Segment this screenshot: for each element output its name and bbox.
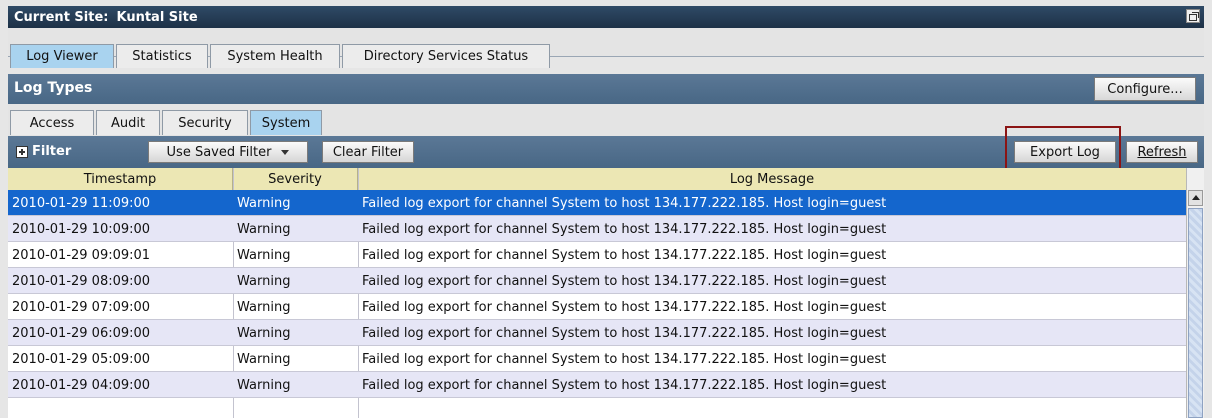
filter-bar: Filter Use Saved Filter Clear Filter Exp… — [8, 136, 1204, 168]
refresh-button[interactable]: Refresh — [1126, 141, 1198, 163]
log-viewer-window: Current Site: Kuntal Site Log Viewer Sta… — [0, 0, 1212, 418]
title-bar: Current Site: Kuntal Site — [8, 6, 1204, 28]
table-row[interactable]: 2010-01-29 10:09:00 Warning Failed log e… — [8, 216, 1186, 242]
severity-cell: Warning — [237, 299, 291, 315]
tab-label: Log Viewer — [26, 49, 98, 64]
timestamp-cell: 2010-01-29 10:09:00 — [12, 221, 151, 237]
table-row[interactable]: 2010-01-29 07:09:00 Warning Failed log e… — [8, 294, 1186, 320]
current-site-name: Kuntal Site — [116, 9, 198, 25]
log-types-title: Log Types — [14, 80, 93, 96]
message-cell: Failed log export for channel System to … — [362, 299, 887, 315]
tab-log-viewer[interactable]: Log Viewer — [10, 44, 114, 68]
tab-label: Security — [178, 115, 232, 131]
tab-system[interactable]: System — [250, 110, 322, 135]
message-cell: Failed log export for channel System to … — [362, 273, 887, 289]
tab-directory-services-status[interactable]: Directory Services Status — [342, 44, 550, 68]
severity-cell: Warning — [237, 221, 291, 237]
export-log-button[interactable]: Export Log — [1014, 141, 1116, 163]
clear-filter-button[interactable]: Clear Filter — [322, 141, 414, 163]
use-saved-filter-dropdown[interactable]: Use Saved Filter — [148, 141, 308, 163]
message-cell: Failed log export for channel System to … — [362, 325, 887, 341]
vertical-scrollbar[interactable] — [1186, 168, 1204, 418]
column-header-timestamp[interactable]: Timestamp — [8, 168, 233, 190]
expand-filter-icon[interactable] — [16, 146, 28, 158]
severity-cell: Warning — [237, 377, 291, 393]
message-cell: Failed log export for channel System to … — [362, 351, 887, 367]
timestamp-cell: 2010-01-29 04:09:00 — [12, 377, 151, 393]
tab-audit[interactable]: Audit — [96, 110, 160, 135]
tab-access[interactable]: Access — [10, 110, 94, 135]
log-types-bar: Log Types Configure... — [8, 74, 1204, 104]
message-cell: Failed log export for channel System to … — [362, 247, 887, 263]
refresh-label: Refresh — [1137, 144, 1187, 160]
timestamp-cell: 2010-01-29 11:09:00 — [12, 195, 151, 211]
table-row[interactable]: 2010-01-29 04:09:00 Warning Failed log e… — [8, 372, 1186, 398]
column-header-severity[interactable]: Severity — [233, 168, 358, 190]
tab-label: Statistics — [132, 49, 192, 64]
timestamp-cell: 2010-01-29 05:09:00 — [12, 351, 151, 367]
filter-label: Filter — [32, 144, 72, 159]
tab-security[interactable]: Security — [162, 110, 248, 135]
table-row[interactable]: 2010-01-29 06:09:00 Warning Failed log e… — [8, 320, 1186, 346]
scrollbar-thumb[interactable] — [1188, 208, 1203, 418]
log-table: Timestamp Severity Log Message 2010-01-2… — [8, 168, 1204, 418]
message-cell: Failed log export for channel System to … — [362, 195, 887, 211]
chevron-down-icon — [281, 149, 290, 155]
column-header-log-message[interactable]: Log Message — [358, 168, 1186, 190]
table-header: Timestamp Severity Log Message — [8, 168, 1186, 191]
timestamp-cell: 2010-01-29 09:09:01 — [12, 247, 151, 263]
message-cell: Failed log export for channel System to … — [362, 221, 887, 237]
severity-cell: Warning — [237, 273, 291, 289]
tab-label: Audit — [110, 115, 146, 131]
tab-label: System — [261, 115, 311, 131]
timestamp-cell: 2010-01-29 08:09:00 — [12, 273, 151, 289]
restore-window-icon[interactable] — [1186, 9, 1200, 23]
tab-system-health[interactable]: System Health — [210, 44, 340, 68]
table-row[interactable]: 2010-01-29 05:09:00 Warning Failed log e… — [8, 346, 1186, 372]
severity-cell: Warning — [237, 351, 291, 367]
message-cell: Failed log export for channel System to … — [362, 377, 887, 393]
tab-label: System Health — [227, 49, 323, 64]
severity-cell: Warning — [237, 247, 291, 263]
timestamp-cell: 2010-01-29 07:09:00 — [12, 299, 151, 315]
tab-label: Access — [29, 115, 75, 131]
severity-cell: Warning — [237, 195, 291, 211]
table-row[interactable]: 2010-01-29 09:09:01 Warning Failed log e… — [8, 242, 1186, 268]
tab-label: Directory Services Status — [363, 49, 529, 64]
configure-button[interactable]: Configure... — [1094, 77, 1196, 101]
table-row[interactable]: 2010-01-29 11:09:00 Warning Failed log e… — [8, 190, 1186, 216]
severity-cell: Warning — [237, 325, 291, 341]
tab-statistics[interactable]: Statistics — [116, 44, 208, 68]
log-type-tab-strip: Access Audit Security System — [8, 104, 1204, 136]
current-site-label: Current Site: — [14, 9, 109, 25]
table-row[interactable]: 2010-01-29 08:09:00 Warning Failed log e… — [8, 268, 1186, 294]
timestamp-cell: 2010-01-29 06:09:00 — [12, 325, 151, 341]
dropdown-label: Use Saved Filter — [166, 144, 272, 160]
scroll-up-arrow-icon[interactable] — [1188, 190, 1203, 206]
main-tab-strip: Log Viewer Statistics System Health Dire… — [8, 28, 1204, 68]
